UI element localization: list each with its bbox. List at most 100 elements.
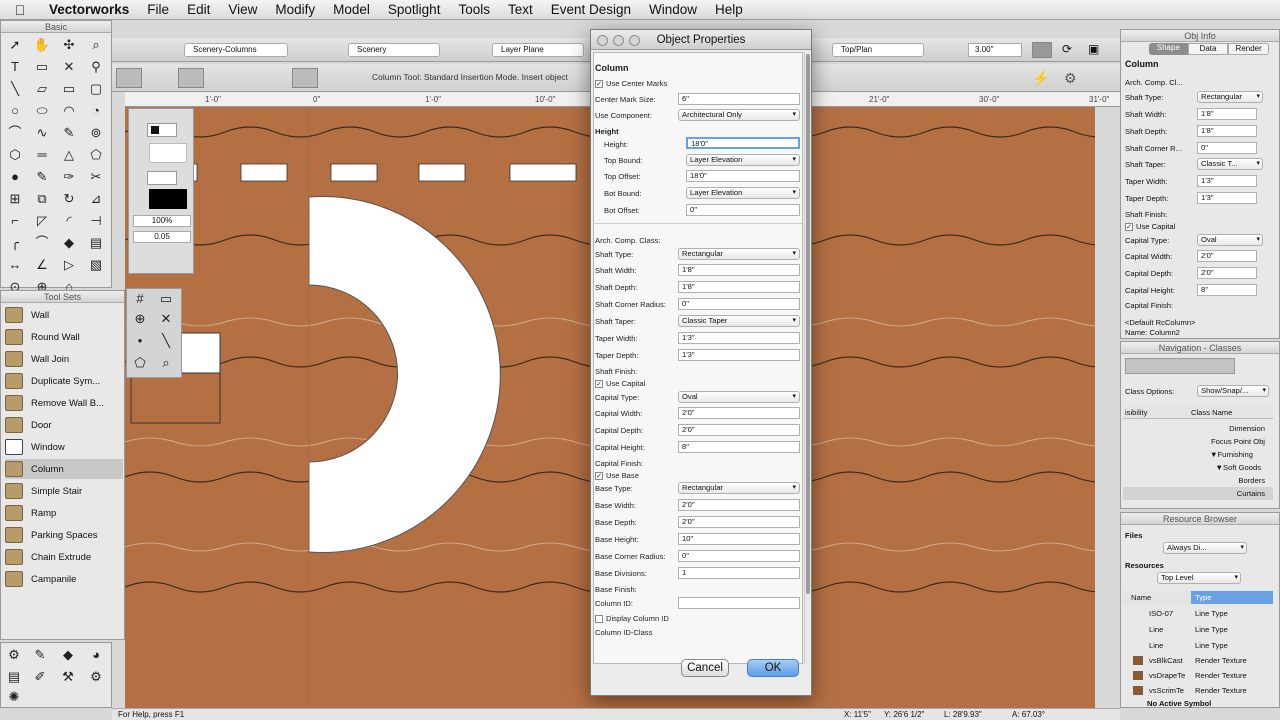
- spiral-tool-icon[interactable]: ⊚: [87, 125, 105, 141]
- mirror-tool-icon[interactable]: ⧉: [33, 191, 51, 207]
- eyedropper-tool-icon[interactable]: ✑: [60, 169, 78, 185]
- nav-mode-tabs[interactable]: [1125, 358, 1235, 374]
- locus-tool-icon[interactable]: ⚲: [87, 59, 105, 75]
- rect-tool-icon[interactable]: ▭: [60, 81, 78, 97]
- height-field[interactable]: 18'0": [686, 137, 800, 149]
- oi-capital-width[interactable]: 2'0": [1197, 250, 1257, 262]
- shear-tool-icon[interactable]: ⊿: [87, 191, 105, 207]
- tool-set-icon[interactable]: ✺: [5, 689, 23, 705]
- tool-set-icon[interactable]: ▤: [5, 669, 23, 685]
- menu-tools[interactable]: Tools: [449, 2, 499, 17]
- tool-door[interactable]: Door: [5, 415, 123, 435]
- zoom-icon[interactable]: ▣: [1088, 42, 1099, 56]
- flyover-icon[interactable]: ⟳: [1062, 42, 1072, 56]
- tool-set-icon[interactable]: ⚙: [87, 669, 105, 685]
- base-height-field[interactable]: 10": [678, 533, 800, 545]
- column-tool-icon[interactable]: ▭: [157, 291, 175, 307]
- tool-ramp[interactable]: Ramp: [5, 503, 123, 523]
- use-component-dropdown[interactable]: Architectural Only: [678, 109, 800, 121]
- tool-parking-spaces[interactable]: Parking Spaces: [5, 525, 123, 545]
- search-icon[interactable]: ⌕: [157, 355, 175, 371]
- tab-data[interactable]: Data: [1187, 43, 1229, 55]
- oi-taper-width[interactable]: 1'3": [1197, 175, 1257, 187]
- use-center-marks-checkbox[interactable]: ✓ Use Center Marks: [595, 79, 667, 88]
- tool-set-icon[interactable]: ◕: [87, 647, 105, 663]
- top-offset-field[interactable]: 18'0": [686, 170, 800, 182]
- callout-tool-icon[interactable]: ▭: [33, 59, 51, 75]
- view-dropdown[interactable]: Top/Plan: [832, 43, 924, 57]
- flyover-tool-icon[interactable]: ✣: [60, 37, 78, 53]
- class-row[interactable]: ▼Soft Goods: [1123, 461, 1273, 474]
- tool-set-icon[interactable]: ◆: [59, 647, 77, 663]
- bot-offset-field[interactable]: 0": [686, 204, 800, 216]
- circle-tool-icon[interactable]: ○: [6, 103, 24, 119]
- rotate-tool-icon[interactable]: ↻: [60, 191, 78, 207]
- capital-width-field[interactable]: 2'0": [678, 407, 800, 419]
- render-mode-icon[interactable]: [1032, 42, 1052, 58]
- ok-button[interactable]: OK: [747, 659, 799, 677]
- col-type[interactable]: Type: [1191, 591, 1273, 604]
- wall-break-tool-icon[interactable]: ◆: [60, 235, 78, 251]
- 2d-reshape-tool-icon[interactable]: ⌐: [6, 213, 24, 229]
- base-depth-field[interactable]: 2'0": [678, 516, 800, 528]
- polygon-icon[interactable]: ⬠: [131, 355, 149, 371]
- tool-window[interactable]: Window: [5, 437, 123, 457]
- door-tool-icon[interactable]: ⌒: [33, 235, 51, 251]
- tool-remove-wall-break[interactable]: Remove Wall B...: [5, 393, 123, 413]
- line-tool-icon[interactable]: ╲: [6, 81, 24, 97]
- tool-wall[interactable]: Wall: [5, 305, 123, 325]
- grid-icon[interactable]: #: [131, 291, 149, 307]
- line-tool-icon[interactable]: ╲: [157, 333, 175, 349]
- fillet-tool-icon[interactable]: ◜: [60, 213, 78, 229]
- use-capital-checkbox[interactable]: ✓ Use Capital: [595, 379, 645, 388]
- pan-tool-icon[interactable]: ✋: [33, 37, 51, 53]
- dimension-tool-icon[interactable]: ↔: [6, 257, 24, 273]
- base-divisions-field[interactable]: 1: [678, 567, 800, 579]
- class-row[interactable]: ▼Furnishing: [1123, 448, 1273, 461]
- dot-tool-icon[interactable]: •: [131, 333, 149, 349]
- clip-tool-icon[interactable]: ✂: [87, 169, 105, 185]
- col-visibility[interactable]: isibility: [1125, 406, 1147, 419]
- resource-row[interactable]: Line Line Type: [1123, 639, 1273, 652]
- oi-shaft-type[interactable]: Rectangular: [1197, 91, 1263, 103]
- freehand-tool-icon[interactable]: ✎: [60, 125, 78, 141]
- menu-model[interactable]: Model: [324, 2, 379, 17]
- regular-poly-tool-icon[interactable]: ⬡: [6, 147, 24, 163]
- class-row[interactable]: Dimension: [1123, 422, 1273, 435]
- menu-file[interactable]: File: [138, 2, 178, 17]
- tool-set-icon[interactable]: ✐: [31, 669, 49, 685]
- tool-round-wall[interactable]: Round Wall: [5, 327, 123, 347]
- resource-row[interactable]: ISO-07 Line Type: [1123, 607, 1273, 620]
- oi-capital-height[interactable]: 8": [1197, 284, 1257, 296]
- taper-width-field[interactable]: 1'3": [678, 332, 800, 344]
- class-row[interactable]: Curtains: [1123, 487, 1273, 500]
- shaft-corner-field[interactable]: 0": [678, 298, 800, 310]
- top-bound-dropdown[interactable]: Layer Elevation: [686, 154, 800, 166]
- snap-icon[interactable]: ⚡: [1032, 70, 1049, 87]
- sphere-tool-icon[interactable]: ●: [6, 169, 24, 185]
- menu-edit[interactable]: Edit: [178, 2, 219, 17]
- oi-use-capital-checkbox[interactable]: ✓ Use Capital: [1125, 222, 1175, 231]
- oi-shaft-depth[interactable]: 1'8": [1197, 125, 1257, 137]
- tool-wall-join[interactable]: Wall Join: [5, 349, 123, 369]
- class-visibility-dropdown[interactable]: Scenery: [348, 43, 440, 57]
- column-id-field[interactable]: [678, 597, 800, 609]
- round-rect-tool-icon[interactable]: ▢: [87, 81, 105, 97]
- tool-duplicate-symbol[interactable]: Duplicate Sym...: [5, 371, 123, 391]
- shaft-taper-dropdown[interactable]: Classic Taper: [678, 315, 800, 327]
- pen-style-popup[interactable]: [147, 171, 177, 185]
- oi-shaft-corner[interactable]: 0": [1197, 142, 1257, 154]
- col-name[interactable]: Name: [1131, 591, 1151, 604]
- oi-taper-depth[interactable]: 1'3": [1197, 192, 1257, 204]
- base-width-field[interactable]: 2'0": [678, 499, 800, 511]
- tool-simple-stair[interactable]: Simple Stair: [5, 481, 123, 501]
- cancel-button[interactable]: Cancel: [681, 659, 729, 677]
- triangle-tool-icon[interactable]: △: [60, 147, 78, 163]
- menu-window[interactable]: Window: [640, 2, 706, 17]
- class-options-dropdown[interactable]: Show/Snap/...: [1197, 385, 1269, 397]
- class-row[interactable]: Focus Point Obj: [1123, 435, 1273, 448]
- class-dropdown[interactable]: Scenery-Columns: [184, 43, 288, 57]
- path-tool-icon[interactable]: ▷: [60, 257, 78, 273]
- files-dropdown[interactable]: Always Di...: [1163, 542, 1247, 554]
- oi-shaft-taper[interactable]: Classic T...: [1197, 158, 1263, 170]
